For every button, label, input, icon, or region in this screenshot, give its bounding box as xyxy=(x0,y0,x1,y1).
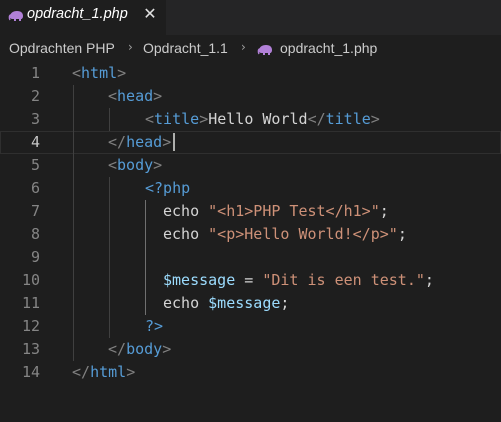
line-number: 5 xyxy=(30,156,40,174)
php-elephant-icon xyxy=(257,45,272,55)
code-text: echo "<p>Hello World!</p>"; xyxy=(163,223,407,246)
code-token: ?> xyxy=(145,317,164,335)
indent-guide xyxy=(109,108,110,131)
indent-guide xyxy=(73,85,74,361)
code-token: < xyxy=(145,110,155,128)
line-number: 14 xyxy=(21,363,40,381)
code-token: echo xyxy=(163,202,209,220)
code-token: < xyxy=(108,87,118,105)
breadcrumb: Opdrachten PHP › Opdracht_1.1 › opdracht… xyxy=(0,35,501,62)
code-token: </ xyxy=(108,340,127,358)
code-line[interactable]: 14 </html> xyxy=(0,361,501,384)
code-token: > xyxy=(370,110,380,128)
code-line[interactable]: 8 echo "<p>Hello World!</p>"; xyxy=(0,223,501,246)
breadcrumb-subfolder[interactable]: Opdracht_1.1 xyxy=(143,40,228,56)
code-token: head xyxy=(117,87,154,105)
code-text: </html> xyxy=(72,361,135,384)
close-icon[interactable]: ✕ xyxy=(140,4,160,24)
code-token: echo xyxy=(163,225,209,243)
code-text: ?> xyxy=(145,315,163,338)
code-line[interactable]: 1 <html> xyxy=(0,62,501,85)
code-token: body xyxy=(126,340,163,358)
line-number: 4 xyxy=(30,133,40,151)
code-text: $message = "Dit is een test."; xyxy=(163,269,434,292)
code-text: echo $message; xyxy=(163,292,289,315)
code-text: <body> xyxy=(108,154,162,177)
line-number: 8 xyxy=(30,225,40,243)
code-line[interactable]: 11 echo $message; xyxy=(0,292,501,315)
line-number: 11 xyxy=(21,294,40,312)
code-line[interactable]: 13 </body> xyxy=(0,338,501,361)
chevron-right-icon: › xyxy=(241,40,246,54)
code-token: > xyxy=(162,340,172,358)
indent-guide xyxy=(109,177,110,338)
line-number: 13 xyxy=(21,340,40,358)
code-line[interactable]: 6 <?php xyxy=(0,177,501,200)
line-number: 3 xyxy=(30,110,40,128)
code-token: Hello World xyxy=(208,110,308,128)
code-text: <title>Hello World</title> xyxy=(145,108,380,131)
code-line[interactable]: 3 <title>Hello World</title> xyxy=(0,108,501,131)
code-line[interactable]: 2 <head> xyxy=(0,85,501,108)
code-token: html xyxy=(81,64,118,82)
line-number: 9 xyxy=(30,248,40,266)
breadcrumb-folder[interactable]: Opdrachten PHP xyxy=(9,40,115,56)
line-number: 7 xyxy=(30,202,40,220)
code-line[interactable]: 10 $message = "Dit is een test."; xyxy=(0,269,501,292)
code-token: ; xyxy=(397,225,407,243)
code-token: = xyxy=(235,271,263,289)
chevron-right-icon: › xyxy=(128,40,133,54)
code-token: < xyxy=(108,156,118,174)
code-text: <head> xyxy=(108,85,162,108)
code-token: "<p>Hello World!</p>" xyxy=(208,225,398,243)
code-line[interactable]: 9 xyxy=(0,246,501,269)
code-token: > xyxy=(199,110,209,128)
code-token: > xyxy=(126,363,136,381)
code-token: title xyxy=(154,110,200,128)
code-token: > xyxy=(153,156,163,174)
code-text: </body> xyxy=(108,338,171,361)
code-token: "<h1>PHP Test</h1>" xyxy=(208,202,380,220)
code-text: <html> xyxy=(72,62,126,85)
breadcrumb-file[interactable]: opdracht_1.php xyxy=(280,40,377,56)
line-number: 2 xyxy=(30,87,40,105)
indent-guide xyxy=(145,200,146,315)
code-token: ; xyxy=(424,271,434,289)
tab-title: opdracht_1.php xyxy=(27,6,128,22)
code-line[interactable]: 12 ?> xyxy=(0,315,501,338)
code-line[interactable]: 4 </head> xyxy=(0,131,501,154)
code-token: </ xyxy=(307,110,326,128)
code-text: echo "<h1>PHP Test</h1>"; xyxy=(163,200,389,223)
code-token: </ xyxy=(72,363,91,381)
code-token: ; xyxy=(280,294,290,312)
code-line[interactable]: 7 echo "<h1>PHP Test</h1>"; xyxy=(0,200,501,223)
code-token: < xyxy=(72,64,82,82)
php-elephant-icon xyxy=(8,11,23,21)
line-number: 6 xyxy=(30,179,40,197)
code-token: head xyxy=(126,133,163,151)
code-token: ; xyxy=(379,202,389,220)
tab-bar: opdracht_1.php ✕ xyxy=(0,0,501,35)
code-editor[interactable]: 14 </html> 13 </body> 12 ?> 11 echo $message; 10… xyxy=(0,62,501,422)
code-token: $message xyxy=(208,294,281,312)
code-token: html xyxy=(90,363,127,381)
line-number: 12 xyxy=(21,317,40,335)
code-token: </ xyxy=(108,133,127,151)
code-token: <?php xyxy=(145,179,191,197)
code-token: echo xyxy=(163,294,209,312)
code-text: <?php xyxy=(145,177,190,200)
code-token: body xyxy=(117,156,154,174)
code-token: > xyxy=(117,64,127,82)
code-token: $message xyxy=(163,271,236,289)
line-number: 1 xyxy=(30,64,40,82)
line-number: 10 xyxy=(21,271,40,289)
code-token: > xyxy=(162,133,172,151)
code-text: </head> xyxy=(108,131,171,154)
code-token: "Dit is een test." xyxy=(262,271,425,289)
code-token: title xyxy=(325,110,371,128)
tab-opdracht-1-php[interactable]: opdracht_1.php ✕ xyxy=(0,0,166,35)
code-line[interactable]: 5 <body> xyxy=(0,154,501,177)
code-token: > xyxy=(153,87,163,105)
text-cursor xyxy=(173,133,175,151)
